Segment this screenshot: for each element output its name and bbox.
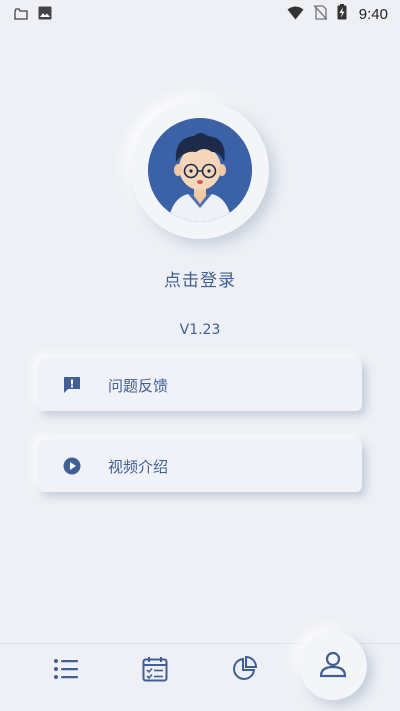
nav-statistics[interactable] (214, 641, 274, 701)
battery-charging-icon (337, 4, 347, 24)
avatar-illustration (148, 118, 252, 222)
app-version: V1.23 (179, 322, 221, 338)
video-intro-label: 视频介绍 (108, 457, 169, 476)
feedback-button[interactable]: 问题反馈 (38, 359, 362, 411)
avatar (148, 118, 252, 222)
no-sim-icon (313, 4, 328, 24)
nav-list[interactable] (36, 641, 96, 701)
avatar-button[interactable] (131, 101, 269, 239)
status-bar: 9:40 (0, 0, 400, 28)
folder-icon (14, 5, 28, 24)
play-circle-icon (62, 456, 82, 476)
wifi-icon (287, 5, 304, 24)
video-intro-button[interactable]: 视频介绍 (38, 440, 362, 492)
calendar-icon (142, 656, 168, 686)
status-right-icons: 9:40 (287, 4, 388, 24)
user-icon (319, 650, 347, 682)
status-time: 9:40 (358, 5, 388, 23)
nav-calendar[interactable] (125, 641, 185, 701)
image-icon (38, 5, 52, 24)
list-icon (53, 658, 79, 684)
login-button[interactable]: 点击登录 (0, 266, 400, 291)
status-left-icons (14, 5, 52, 24)
pie-chart-icon (231, 655, 258, 686)
nav-profile[interactable] (299, 632, 367, 700)
feedback-label: 问题反馈 (108, 376, 169, 395)
feedback-icon (62, 375, 82, 395)
